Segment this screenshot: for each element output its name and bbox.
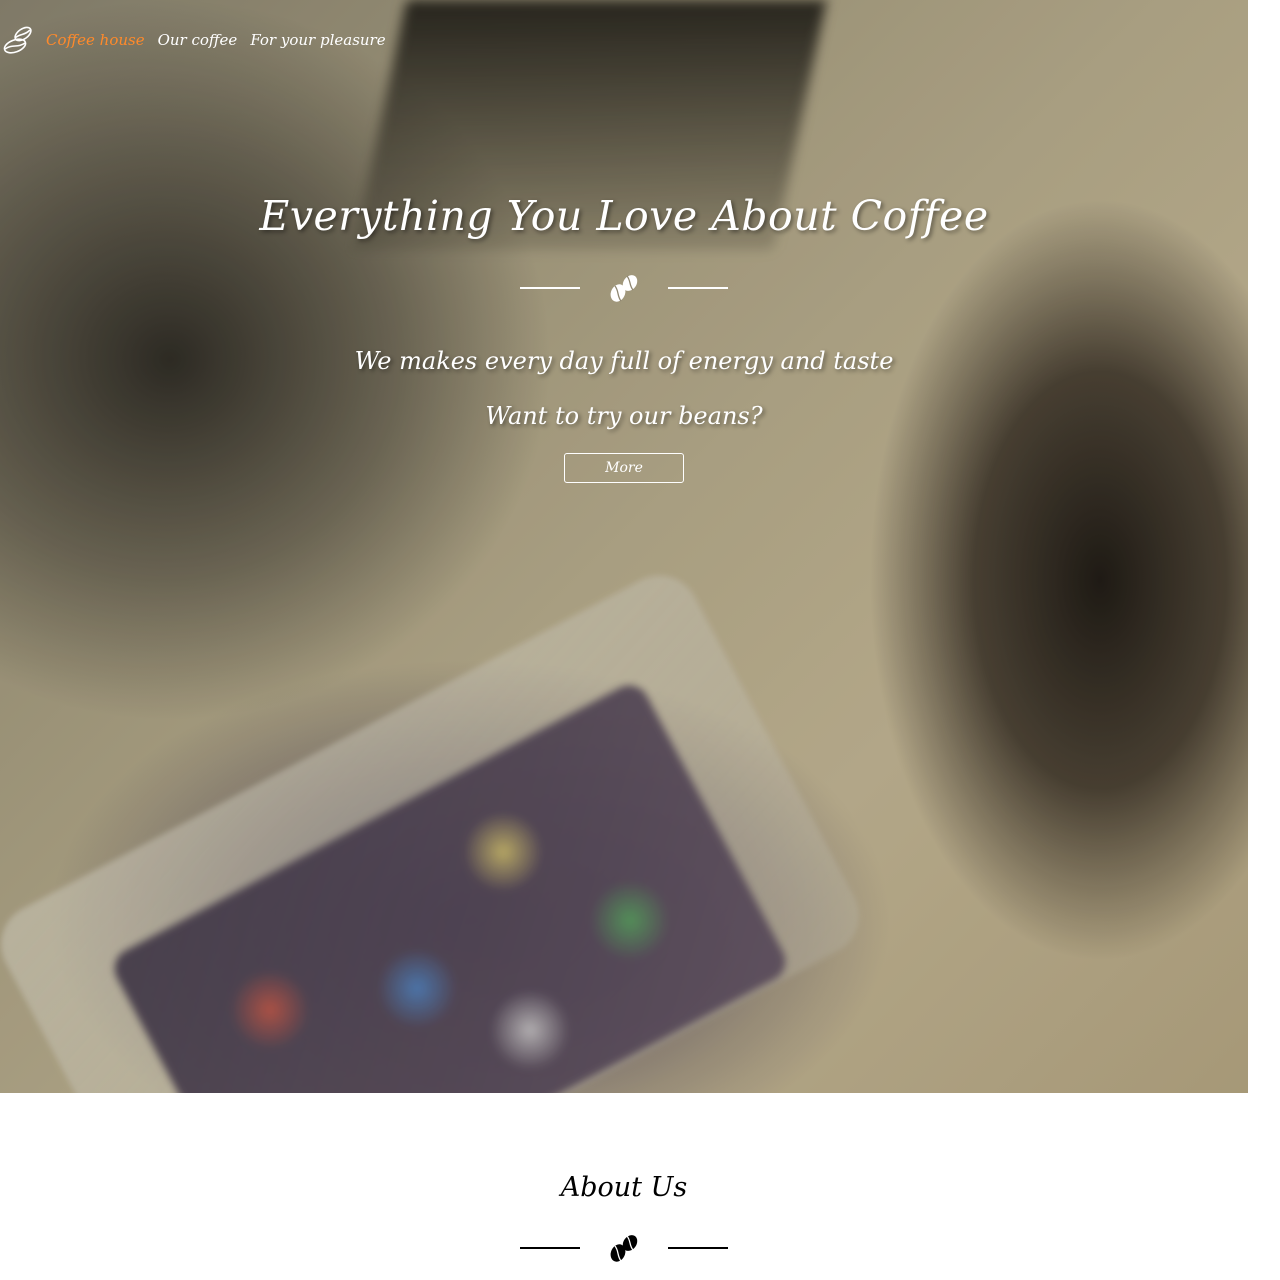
hero-section <box>0 0 1248 1093</box>
about-us-title: About Us <box>560 1172 688 1203</box>
nav-link-coffee-house[interactable]: Coffee house <box>46 31 145 49</box>
top-navigation: Coffee house Our coffee For your pleasur… <box>0 22 399 58</box>
divider-line-right <box>668 287 728 289</box>
hero-subtitle: We makes every day full of energy and ta… <box>354 347 894 375</box>
coffee-beans-icon <box>610 1235 638 1262</box>
hero-divider <box>0 270 1248 306</box>
divider-line-left <box>520 287 580 289</box>
coffee-beans-icon <box>610 275 638 302</box>
coffee-beans-logo-icon[interactable] <box>2 23 36 57</box>
more-button[interactable]: More <box>564 453 684 483</box>
hero-question: Want to try our beans? <box>485 402 763 430</box>
about-divider <box>0 1230 1248 1266</box>
hero-title: Everything You Love About Coffee <box>259 192 989 240</box>
hero-background-overlay <box>0 0 1248 1093</box>
divider-line-right <box>668 1247 728 1249</box>
nav-link-for-your-pleasure[interactable]: For your pleasure <box>250 31 385 49</box>
divider-line-left <box>520 1247 580 1249</box>
nav-link-our-coffee[interactable]: Our coffee <box>158 31 238 49</box>
